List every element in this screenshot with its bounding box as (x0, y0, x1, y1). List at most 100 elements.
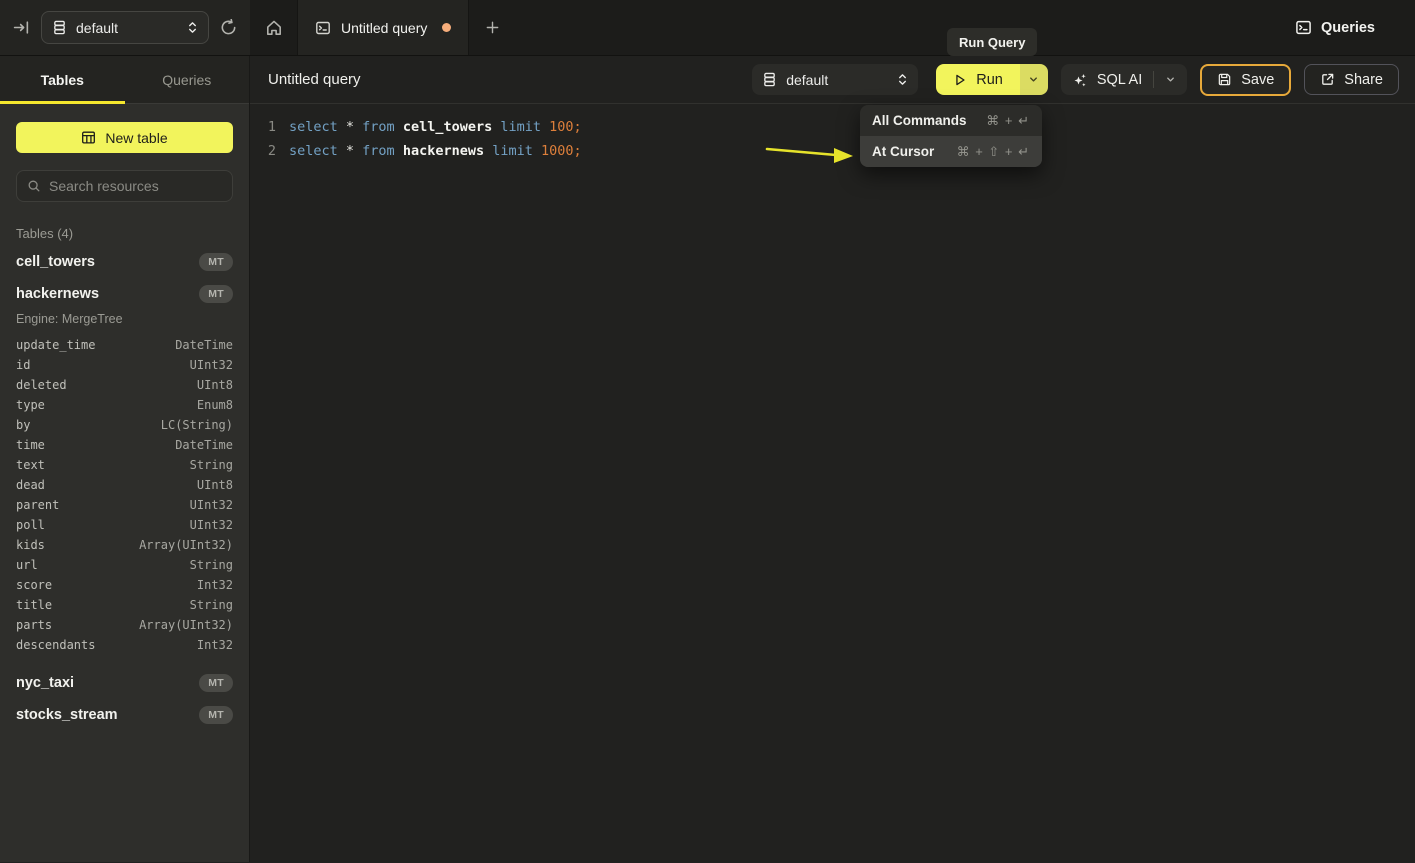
sql-editor[interactable]: 1 select * from cell_towers limit 100; 2 se… (250, 104, 1415, 862)
share-button[interactable]: Share (1304, 64, 1399, 95)
table-engine-label: Engine: MergeTree (16, 312, 233, 326)
search-icon (27, 179, 41, 193)
run-options-button[interactable] (1020, 64, 1048, 95)
table-name: hackernews (16, 286, 99, 302)
column-type: Enum8 (197, 398, 233, 412)
column-type: String (190, 558, 233, 572)
chevron-updown-icon (187, 21, 198, 34)
column-name: time (16, 438, 45, 452)
column-name: parts (16, 618, 52, 632)
column-name: dead (16, 478, 45, 492)
column-row: parent UInt32 (16, 495, 233, 515)
column-name: url (16, 558, 38, 572)
column-type: Array(UInt32) (139, 538, 233, 552)
search-input[interactable] (49, 178, 222, 194)
toolbar-controls: default Run (752, 64, 1399, 96)
sql-ai-label: SQL AI (1097, 72, 1142, 88)
line-number: 2 (250, 139, 276, 163)
column-row: pollUInt32 (16, 515, 233, 535)
sidebar-tab-queries[interactable]: Queries (125, 56, 250, 103)
run-menu-item[interactable]: At Cursor⌘ + ⇧ + ↵ (860, 136, 1042, 167)
column-name: parent (16, 498, 59, 512)
sidebar-tabs: Tables Queries (0, 56, 249, 104)
table-row[interactable]: cell_towersMT (16, 246, 233, 278)
run-menu-item[interactable]: All Commands⌘ + ↵ (860, 105, 1042, 136)
new-table-button[interactable]: New table (16, 122, 233, 153)
query-toolbar: Untitled query default (250, 56, 1415, 104)
column-row: dead UInt8 (16, 475, 233, 495)
code-text: select * from hackernews limit 1000; (289, 139, 582, 163)
column-row: partsArray(UInt32) (16, 615, 233, 635)
save-button[interactable]: Save (1200, 64, 1291, 96)
column-name: deleted (16, 378, 67, 392)
new-tab-button[interactable] (469, 0, 516, 55)
database-icon (762, 72, 777, 87)
database-selector-top[interactable]: default (41, 11, 209, 44)
run-button[interactable]: Run (936, 64, 1020, 95)
queries-button-label: Queries (1321, 20, 1375, 36)
main-row: Tables Queries New table Tables (4) (0, 56, 1415, 862)
run-menu: All Commands⌘ + ↵At Cursor⌘ + ⇧ + ↵ (860, 105, 1042, 167)
share-button-label: Share (1344, 72, 1383, 88)
column-name: by (16, 418, 30, 432)
tab-strip: Untitled query Queries (250, 0, 1415, 55)
run-button-label: Run (976, 72, 1003, 88)
column-type: UInt32 (190, 358, 233, 372)
home-icon (265, 19, 283, 37)
sql-ai-button[interactable]: SQL AI (1061, 64, 1187, 95)
column-row: byLC(String) (16, 415, 233, 435)
column-name: descendants (16, 638, 95, 652)
column-row: descendants Int32 (16, 635, 233, 655)
collapse-sidebar-button[interactable] (13, 19, 30, 36)
code-line: 1 select * from cell_towers limit 100; (250, 115, 1415, 139)
search-box[interactable] (16, 170, 233, 202)
column-row: scoreInt32 (16, 575, 233, 595)
database-icon (52, 20, 67, 35)
column-type: UInt32 (190, 498, 233, 512)
content-area: Untitled query default (250, 56, 1415, 862)
table-name: nyc_taxi (16, 675, 74, 691)
sidebar-tab-tables[interactable]: Tables (0, 56, 125, 103)
line-number: 1 (250, 115, 276, 139)
column-row: id UInt32 (16, 355, 233, 375)
database-selector[interactable]: default (752, 64, 918, 95)
button-divider (1153, 71, 1154, 88)
refresh-icon (220, 19, 237, 36)
save-icon (1217, 72, 1232, 87)
queries-button[interactable]: Queries (1295, 0, 1375, 55)
table-row[interactable]: stocks_streamMT (16, 699, 233, 731)
table-row[interactable]: nyc_taxi MT (16, 667, 233, 699)
column-list: update_timeDateTimeidUInt32deletedUInt8t… (16, 335, 233, 655)
column-type: DateTime (175, 438, 233, 452)
home-tab-button[interactable] (250, 0, 297, 55)
column-type: String (190, 598, 233, 612)
column-name: update_time (16, 338, 95, 352)
play-icon (953, 73, 967, 87)
share-icon (1320, 72, 1335, 87)
sidebar-body: New table Tables (4) cell_towersMThacker… (0, 104, 249, 731)
table-row[interactable]: hackernewsMT (16, 278, 233, 310)
column-name: title (16, 598, 52, 612)
plus-icon (485, 20, 500, 35)
terminal-icon (315, 20, 331, 36)
column-row: title String (16, 595, 233, 615)
run-query-tooltip: Run Query (947, 28, 1037, 56)
engine-badge: MT (199, 706, 233, 724)
column-row: deletedUInt8 (16, 375, 233, 395)
menu-item-label: All Commands (872, 113, 967, 128)
table-icon (81, 130, 96, 145)
column-type: Int32 (197, 638, 233, 652)
sparkles-icon (1072, 72, 1088, 88)
column-row: textString (16, 455, 233, 475)
column-name: id (16, 358, 30, 372)
refresh-button[interactable] (220, 19, 237, 36)
column-name: kids (16, 538, 45, 552)
column-name: poll (16, 518, 45, 532)
engine-badge: MT (199, 674, 233, 692)
column-type: UInt8 (197, 478, 233, 492)
tab-label: Untitled query (341, 20, 427, 36)
top-bar: default Untitl (0, 0, 1415, 56)
column-row: url String (16, 555, 233, 575)
tab-untitled-query[interactable]: Untitled query (297, 0, 469, 55)
code-text: select * from cell_towers limit 100; (289, 115, 582, 139)
